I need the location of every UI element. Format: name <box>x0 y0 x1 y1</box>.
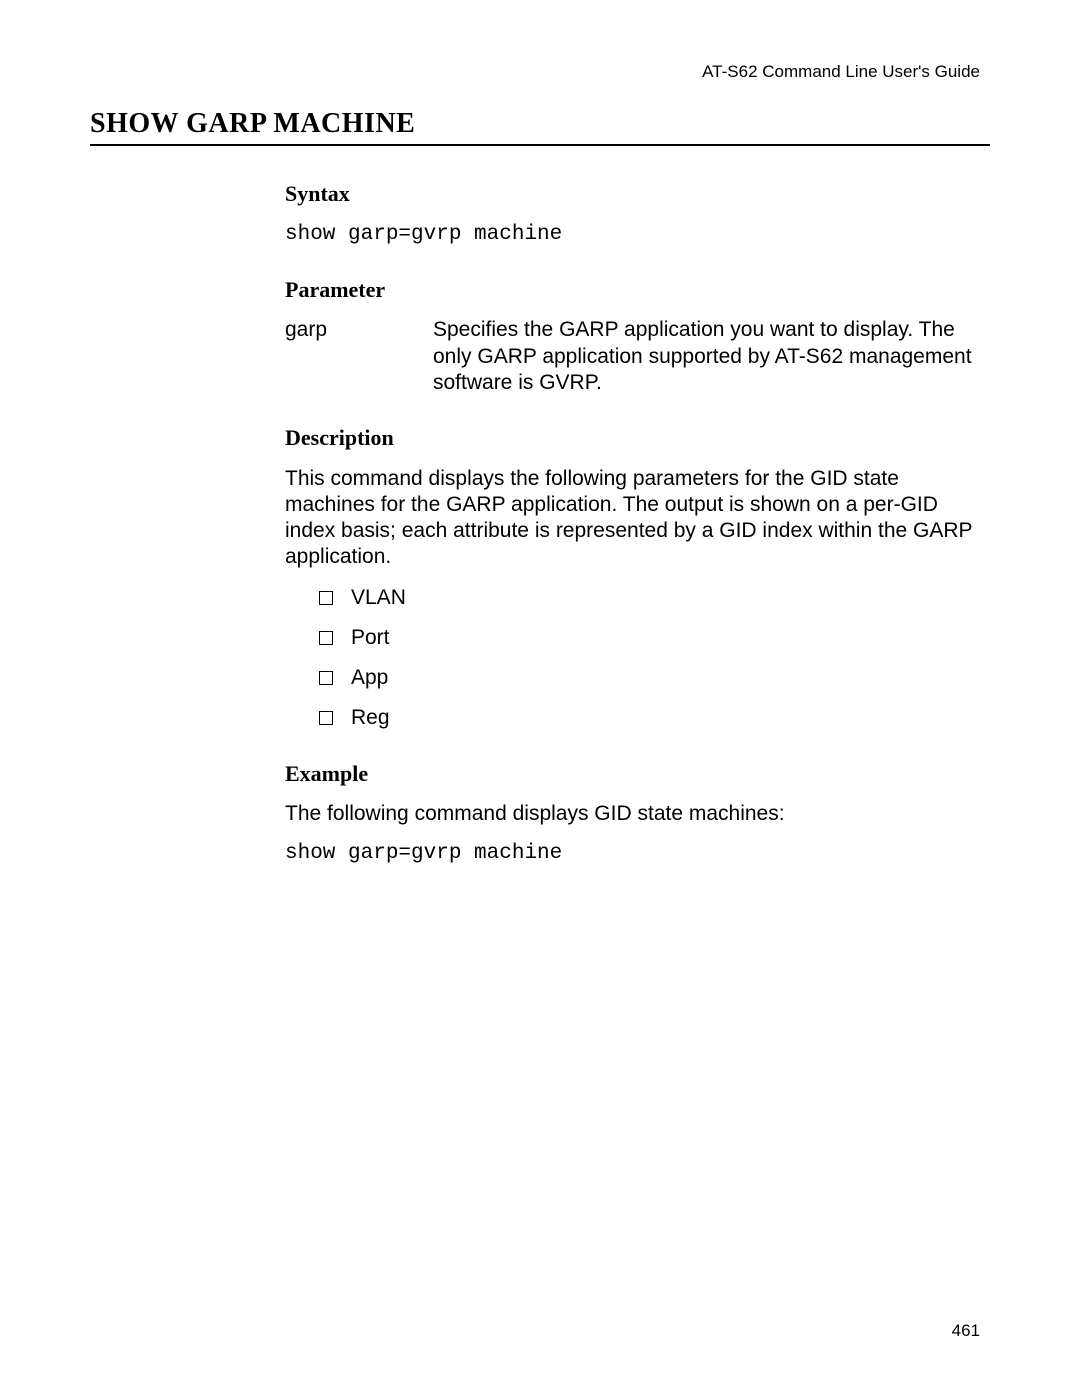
page: AT-S62 Command Line User's Guide SHOW GA… <box>0 0 1080 1397</box>
bullet-box-icon <box>319 591 333 605</box>
syntax-code: show garp=gvrp machine <box>285 222 990 248</box>
running-head: AT-S62 Command Line User's Guide <box>702 62 980 82</box>
section-heading-parameter: Parameter <box>285 276 990 304</box>
description-bullets: VLAN Port App Reg <box>319 585 990 732</box>
parameter-description: Specifies the GARP application you want … <box>433 317 990 396</box>
page-title: SHOW GARP MACHINE <box>90 108 990 140</box>
bullet-box-icon <box>319 631 333 645</box>
bullet-label: Port <box>351 625 390 651</box>
parameter-row: garp Specifies the GARP application you … <box>285 317 990 396</box>
description-text: This command displays the following para… <box>285 466 990 571</box>
parameter-name: garp <box>285 317 433 396</box>
title-rule <box>90 144 990 146</box>
section-heading-description: Description <box>285 424 990 452</box>
list-item: Port <box>319 625 990 651</box>
list-item: App <box>319 665 990 691</box>
example-text: The following command displays GID state… <box>285 801 990 827</box>
section-heading-syntax: Syntax <box>285 180 990 208</box>
content: Syntax show garp=gvrp machine Parameter … <box>285 180 990 868</box>
bullet-box-icon <box>319 671 333 685</box>
page-number: 461 <box>952 1321 980 1341</box>
bullet-box-icon <box>319 711 333 725</box>
bullet-label: VLAN <box>351 585 406 611</box>
example-code: show garp=gvrp machine <box>285 841 990 867</box>
bullet-label: Reg <box>351 705 390 731</box>
bullet-label: App <box>351 665 388 691</box>
list-item: VLAN <box>319 585 990 611</box>
list-item: Reg <box>319 705 990 731</box>
section-heading-example: Example <box>285 760 990 788</box>
